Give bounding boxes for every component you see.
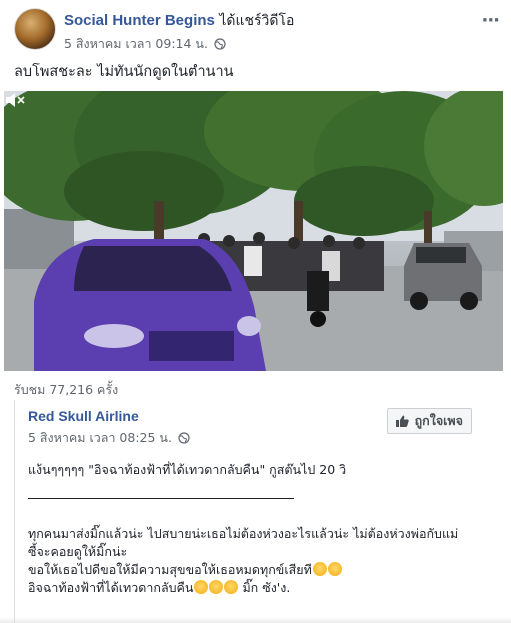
bottom-edge [0, 617, 511, 623]
post-meta: 5 สิงหาคม เวลา 09:14 น. [64, 34, 226, 54]
volume-muted-icon[interactable] [4, 91, 26, 109]
post-header: Social Hunter Begins ได้แชร์วิดีโอ 5 สิง… [14, 8, 500, 54]
shared-text: ขอให้เธอไปดีขอให้มีความสุขขอให้เธอหมดทุก… [28, 562, 312, 577]
globe-icon [178, 432, 190, 444]
like-page-button[interactable]: ถูกใจเพจ [386, 408, 472, 434]
post-caption: ลบโพสชะละ ไม่ทันนักดูดในตำนาน [14, 64, 234, 80]
crying-emoji [312, 562, 327, 576]
shared-text-line-5: อิจฉาท้องฟ้าที่ได้เทวดากลับคืน มิ๊ก ซัง'… [28, 578, 290, 598]
sad-emoji [209, 580, 224, 594]
angel-emoji [327, 562, 342, 576]
shared-text-line: แง้นๆๆๆๆๆ "อิจฉาท้องฟ้าที่ได้เทวดากลับคื… [28, 462, 347, 477]
shared-text-suffix: มิ๊ก ซัง'ง. [238, 580, 291, 595]
shared-page-name[interactable]: Red Skull Airline [28, 408, 139, 424]
angel-emoji [224, 580, 239, 594]
text-divider [28, 498, 294, 499]
like-page-label: ถูกใจเพจ [414, 413, 463, 428]
video-frame [4, 91, 503, 371]
shared-post-header: Red Skull Airline 5 สิงหาคม เวลา 08:25 น… [28, 408, 190, 445]
shared-text-line: ซี้จะคอยดูให้มิ๊กน่ะ [28, 544, 128, 559]
facebook-post: Social Hunter Begins ได้แชร์วิดีโอ 5 สิง… [0, 0, 511, 623]
author-avatar[interactable] [14, 8, 56, 50]
author-name[interactable]: Social Hunter Begins [64, 12, 215, 29]
shared-text-line-4: ขอให้เธอไปดีขอให้มีความสุขขอให้เธอหมดทุก… [28, 560, 342, 580]
sad-emoji [194, 580, 209, 594]
author-line: Social Hunter Begins ได้แชร์วิดีโอ [64, 10, 294, 32]
shared-text-line: ทุกคนมาส่งมิ๊กแล้วน่ะ ไปสบายน่ะเธอไม่ต้อ… [28, 526, 459, 541]
shared-video-text: ได้แชร์วิดีโอ [214, 13, 295, 29]
more-options-button[interactable]: ··· [481, 10, 499, 31]
video-player[interactable] [4, 91, 503, 371]
view-count: รับชม 77,216 ครั้ง [14, 382, 119, 397]
shared-post: Red Skull Airline 5 สิงหาคม เวลา 08:25 น… [14, 400, 500, 623]
shared-post-timestamp[interactable]: 5 สิงหาคม เวลา 08:25 น. [28, 428, 172, 448]
globe-icon [214, 38, 226, 50]
shared-post-meta: 5 สิงหาคม เวลา 08:25 น. [28, 428, 190, 448]
like-thumb-icon [395, 415, 409, 427]
shared-text: อิจฉาท้องฟ้าที่ได้เทวดากลับคืน [28, 580, 194, 595]
post-timestamp[interactable]: 5 สิงหาคม เวลา 09:14 น. [64, 34, 208, 54]
